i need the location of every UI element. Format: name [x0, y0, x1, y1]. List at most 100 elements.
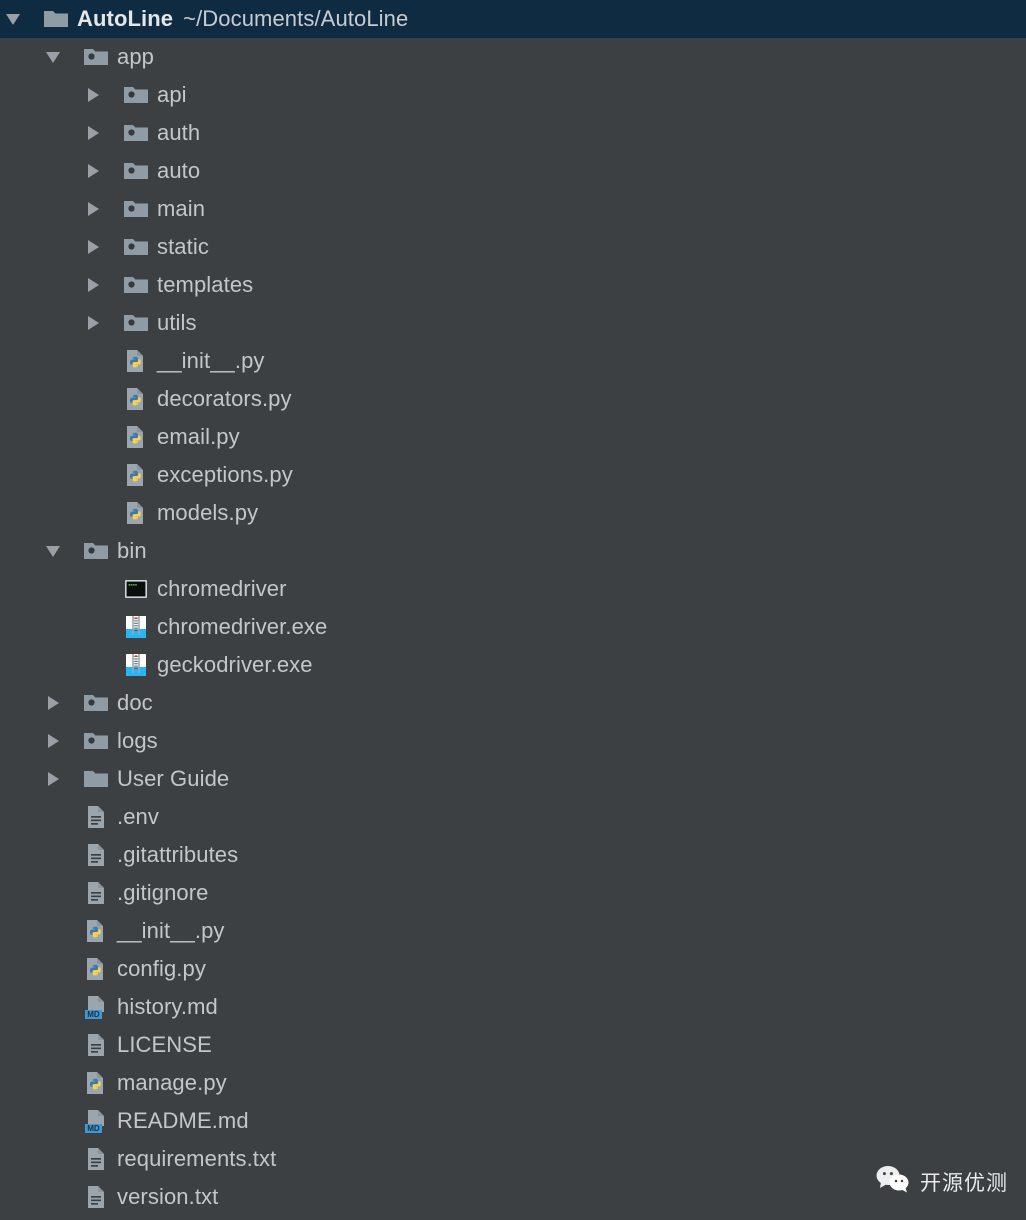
folder-module-icon	[83, 44, 109, 70]
tree-item-label: bin	[117, 538, 147, 563]
python-file-icon	[83, 918, 109, 944]
twisty-icon-gap	[64, 703, 83, 704]
twisty-expanded-icon[interactable]	[42, 532, 64, 570]
tree-row[interactable]: doc	[0, 684, 1026, 722]
python-file-icon	[123, 500, 149, 526]
tree-row[interactable]: MD history.md	[0, 988, 1026, 1026]
twisty-collapsed-icon[interactable]	[42, 760, 64, 798]
tree-item-label: models.py	[157, 500, 259, 525]
tree-row[interactable]: geckodriver.exe	[0, 646, 1026, 684]
python-file-icon	[123, 348, 149, 374]
tree-row[interactable]: auto	[0, 152, 1026, 190]
indent-spacer	[0, 589, 82, 590]
tree-row[interactable]: exceptions.py	[0, 456, 1026, 494]
tree-row[interactable]: manage.py	[0, 1064, 1026, 1102]
twisty-icon-gap	[64, 741, 83, 742]
tree-item-label: chromedriver	[157, 576, 287, 601]
twisty-expanded-icon[interactable]	[42, 38, 64, 76]
tree-row[interactable]: main	[0, 190, 1026, 228]
twisty-collapsed-icon[interactable]	[42, 722, 64, 760]
indent-spacer	[0, 665, 82, 666]
tree-row[interactable]: __init__.py	[0, 342, 1026, 380]
indent-spacer	[0, 817, 42, 818]
indent-spacer	[0, 1121, 42, 1122]
twisty-placeholder	[82, 380, 104, 418]
folder-module-icon	[83, 690, 109, 716]
folder-module-icon	[83, 538, 109, 564]
twisty-placeholder	[82, 494, 104, 532]
indent-spacer	[0, 437, 82, 438]
twisty-placeholder	[82, 570, 104, 608]
twisty-collapsed-icon[interactable]	[82, 114, 104, 152]
tree-item-label: README.md	[117, 1108, 249, 1133]
twisty-icon-gap	[64, 893, 83, 894]
tree-item-label: history.md	[117, 994, 218, 1019]
twisty-icon-gap	[104, 665, 123, 666]
twisty-collapsed-icon[interactable]	[42, 684, 64, 722]
twisty-icon-gap	[64, 817, 83, 818]
twisty-placeholder	[42, 874, 64, 912]
indent-spacer	[0, 1007, 42, 1008]
python-file-icon	[123, 386, 149, 412]
indent-spacer	[0, 475, 82, 476]
folder-module-icon	[123, 234, 149, 260]
watermark-text: 开源优测	[920, 1170, 1008, 1195]
folder-module-icon	[123, 82, 149, 108]
wechat-icon	[876, 1165, 910, 1198]
text-file-icon	[83, 1146, 109, 1172]
indent-spacer	[0, 133, 82, 134]
twisty-icon-gap	[104, 513, 123, 514]
tree-item-label: .gitattributes	[117, 842, 239, 867]
twisty-icon-gap	[104, 95, 123, 96]
tree-row[interactable]: templates	[0, 266, 1026, 304]
indent-spacer	[0, 399, 82, 400]
tree-row[interactable]: chromedriver	[0, 570, 1026, 608]
tree-row[interactable]: User Guide	[0, 760, 1026, 798]
twisty-expanded-icon[interactable]	[2, 0, 24, 38]
tree-row[interactable]: bin	[0, 532, 1026, 570]
tree-row[interactable]: requirements.txt	[0, 1140, 1026, 1178]
twisty-icon-gap	[64, 1121, 83, 1122]
project-file-tree[interactable]: AutoLine ~/Documents/AutoLine app api auth au…	[0, 0, 1026, 1216]
twisty-collapsed-icon[interactable]	[82, 152, 104, 190]
tree-row[interactable]: email.py	[0, 418, 1026, 456]
tree-row[interactable]: __init__.py	[0, 912, 1026, 950]
tree-row[interactable]: config.py	[0, 950, 1026, 988]
tree-item-label: chromedriver.exe	[157, 614, 328, 639]
tree-row[interactable]: chromedriver.exe	[0, 608, 1026, 646]
tree-row[interactable]: static	[0, 228, 1026, 266]
indent-spacer	[0, 703, 42, 704]
twisty-collapsed-icon[interactable]	[82, 190, 104, 228]
text-file-icon	[83, 880, 109, 906]
tree-row[interactable]: MD README.md	[0, 1102, 1026, 1140]
twisty-placeholder	[42, 1140, 64, 1178]
twisty-placeholder	[42, 950, 64, 988]
tree-row[interactable]: logs	[0, 722, 1026, 760]
tree-row[interactable]: models.py	[0, 494, 1026, 532]
tree-row[interactable]: decorators.py	[0, 380, 1026, 418]
tree-item-label: version.txt	[117, 1184, 219, 1209]
twisty-collapsed-icon[interactable]	[82, 228, 104, 266]
tree-row[interactable]: version.txt	[0, 1178, 1026, 1216]
twisty-icon-gap	[104, 285, 123, 286]
twisty-collapsed-icon[interactable]	[82, 266, 104, 304]
svg-text:MD: MD	[87, 1010, 100, 1019]
tree-item-label: __init__.py	[117, 918, 225, 943]
indent-spacer	[0, 551, 42, 552]
tree-row-root[interactable]: AutoLine ~/Documents/AutoLine	[0, 0, 1026, 38]
tree-row[interactable]: LICENSE	[0, 1026, 1026, 1064]
tree-item-label: requirements.txt	[117, 1146, 277, 1171]
tree-row[interactable]: auth	[0, 114, 1026, 152]
twisty-collapsed-icon[interactable]	[82, 304, 104, 342]
twisty-collapsed-icon[interactable]	[82, 76, 104, 114]
markdown-file-icon: MD	[83, 1108, 109, 1134]
tree-row[interactable]: .gitattributes	[0, 836, 1026, 874]
tree-row[interactable]: utils	[0, 304, 1026, 342]
tree-row[interactable]: app	[0, 38, 1026, 76]
tree-row[interactable]: .gitignore	[0, 874, 1026, 912]
twisty-placeholder	[42, 988, 64, 1026]
tree-row[interactable]: .env	[0, 798, 1026, 836]
indent-spacer	[0, 57, 42, 58]
tree-row[interactable]: api	[0, 76, 1026, 114]
text-file-icon	[83, 1184, 109, 1210]
